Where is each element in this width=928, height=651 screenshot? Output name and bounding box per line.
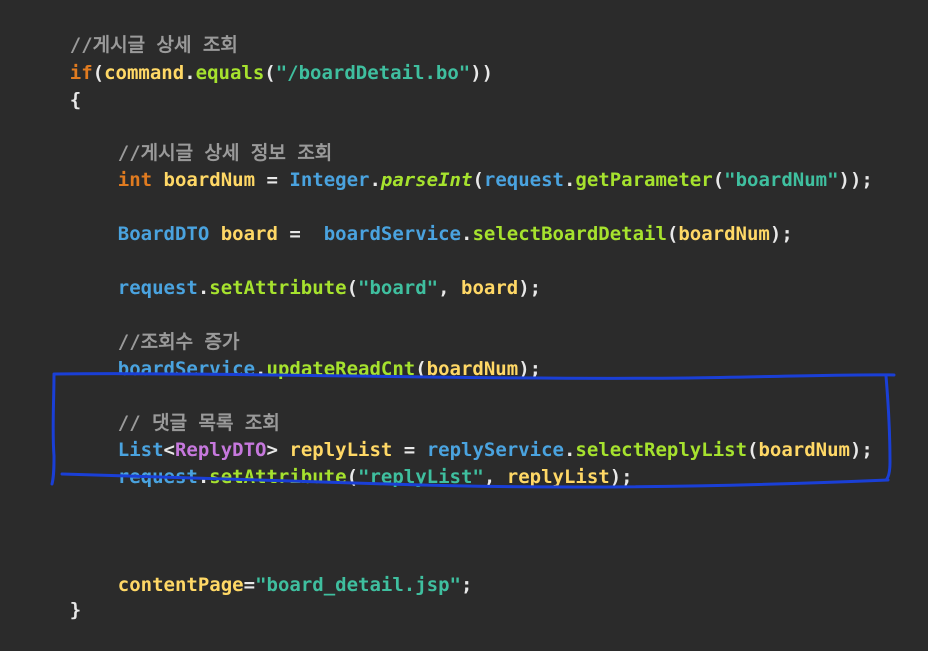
- code-line-13: boardService.updateReadCnt(boardNum);: [72, 329, 541, 380]
- code-line-12: //조회수 증가: [72, 302, 240, 353]
- token-paren: (: [666, 223, 679, 245]
- token-assign: =: [277, 223, 324, 245]
- token-paren: (: [472, 169, 484, 191]
- token-close: ));: [838, 169, 873, 191]
- arg-boardNum: boardNum: [426, 358, 519, 380]
- code-line-21: }: [24, 570, 81, 621]
- token-command: command: [104, 62, 185, 84]
- token-assign: =: [243, 574, 256, 596]
- token-assign: =: [255, 169, 290, 191]
- token-boardService: boardService: [323, 223, 461, 245]
- string-board-detail-jsp: "board_detail.jsp": [255, 574, 461, 596]
- method-getParameter: getParameter: [575, 169, 713, 191]
- token-close: );: [609, 466, 633, 488]
- method-parseInt: parseInt: [380, 169, 473, 191]
- token-dot: .: [184, 62, 196, 84]
- token-request: request: [483, 169, 564, 191]
- code-line-1: //게시글 상세 조회: [24, 5, 238, 56]
- var-board: board: [220, 223, 278, 245]
- code-line-20: contentPage="board_detail.jsp";: [72, 545, 473, 596]
- method-setAttribute: setAttribute: [209, 277, 347, 299]
- arg-replyList: replyList: [506, 466, 610, 488]
- var-boardNum: boardNum: [163, 169, 256, 191]
- token-dot: .: [460, 223, 473, 245]
- token-close-brace: }: [69, 599, 82, 621]
- token-equals: equals: [195, 62, 265, 84]
- code-line-8: BoardDTO board = boardService.selectBoar…: [72, 194, 793, 245]
- string-boardNum: "boardNum": [724, 169, 839, 191]
- type-int: int: [117, 169, 153, 191]
- token-close: );: [849, 439, 873, 461]
- token-paren: (: [346, 277, 359, 299]
- token-dot: .: [255, 358, 267, 380]
- string-board-detail-bo: "/boardDetail.bo": [275, 62, 471, 84]
- token-close: );: [518, 358, 542, 380]
- token-dot: .: [563, 169, 576, 191]
- string-board: "board": [358, 277, 439, 299]
- token-close: );: [769, 223, 793, 245]
- token-request: request: [117, 277, 198, 299]
- method-selectBoardDetail: selectBoardDetail: [472, 223, 667, 245]
- token-paren: (: [346, 466, 359, 488]
- type-BoardDTO: BoardDTO: [117, 223, 210, 245]
- token-paren: (: [264, 62, 276, 84]
- token-comma: ,: [483, 466, 507, 488]
- method-updateReadCnt: updateReadCnt: [266, 358, 416, 380]
- token-dot: .: [197, 466, 210, 488]
- token-paren: (: [415, 358, 427, 380]
- token-semicolon: ;: [460, 574, 473, 596]
- code-line-17: request.setAttribute("replyList", replyL…: [72, 437, 633, 488]
- token-open-brace: {: [69, 89, 82, 111]
- code-line-16: List<ReplyDTO> replyList = replyService.…: [72, 410, 873, 461]
- method-setAttribute: setAttribute: [209, 466, 347, 488]
- token-dot: .: [369, 169, 381, 191]
- code-line-3: {: [24, 60, 81, 111]
- code-line-10: request.setAttribute("board", board);: [72, 248, 541, 299]
- token-paren: (: [712, 169, 725, 191]
- token-paren: (: [92, 62, 105, 84]
- token-close-paren: )): [470, 62, 494, 84]
- arg-boardNum: boardNum: [758, 439, 850, 461]
- var-contentPage: contentPage: [117, 574, 244, 596]
- token-comma: ,: [438, 277, 461, 299]
- string-replyList: "replyList": [358, 466, 484, 488]
- token-close: );: [518, 277, 542, 299]
- class-Integer: Integer: [289, 169, 370, 191]
- code-line-5: //게시글 상세 정보 조회: [72, 113, 333, 164]
- token-paren: (: [747, 439, 759, 461]
- arg-board: board: [461, 277, 519, 299]
- token-boardService: boardService: [117, 358, 256, 380]
- code-line-2: if(command.equals("/boardDetail.bo")): [24, 33, 493, 84]
- code-line-15: // 댓글 목록 조회: [72, 383, 280, 434]
- code-editor[interactable]: //게시글 상세 조회 if(command.equals("/boardDet…: [0, 0, 928, 621]
- code-line-6: int boardNum = Integer.parseInt(request.…: [72, 140, 873, 191]
- token-request: request: [117, 466, 198, 488]
- arg-boardNum: boardNum: [678, 223, 770, 245]
- token-dot: .: [197, 277, 210, 299]
